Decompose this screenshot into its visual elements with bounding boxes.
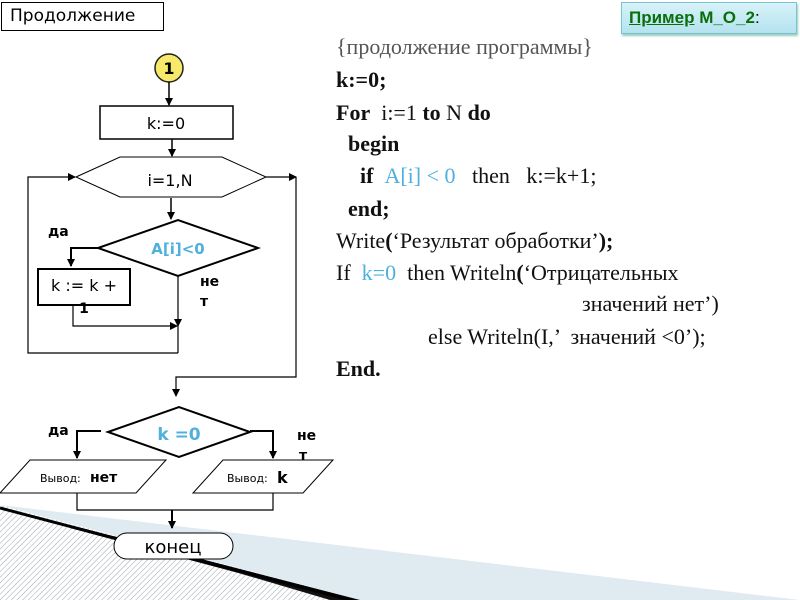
loop-exit-down — [172, 177, 297, 397]
output-right-value: k — [277, 468, 288, 487]
kw-begin: begin — [348, 131, 400, 156]
if2-arg: ‘Отрицательных — [523, 260, 679, 285]
kw-to: to — [422, 100, 441, 125]
if2-then: then Writeln — [396, 260, 517, 285]
code-line-end-final: End. — [336, 356, 381, 382]
code-line-for: For i:=1 to N do — [336, 100, 491, 126]
condition2-no-line — [250, 430, 277, 459]
code-line-if: if A[i] < 0 then k:=k+1; — [360, 163, 596, 189]
code-init: k:=0; — [336, 67, 387, 92]
kw-for: For — [336, 100, 371, 125]
end-block-text: конец — [145, 537, 202, 558]
output-right-prefix: Вывод: — [227, 472, 268, 485]
condition2-yes-line — [73, 430, 101, 459]
condition2-text: k =0 — [157, 425, 200, 445]
kw-end-final: End. — [336, 356, 381, 381]
increment-text-2: 1 — [79, 301, 89, 317]
init-block-text: k:=0 — [147, 114, 185, 133]
if2-open: ( — [516, 260, 524, 285]
code-line-if2-cont: значений нет’) — [582, 291, 719, 316]
if-condition: A[i] < 0 — [384, 163, 456, 188]
output-left-prefix: Вывод: — [40, 472, 81, 485]
write-close: ); — [598, 228, 614, 253]
write-fn: Write — [336, 228, 386, 253]
code-line-if2: If k=0 then Writeln(‘Отрицательных — [336, 260, 679, 286]
output-merge-line — [76, 493, 274, 511]
kw-end: end; — [348, 196, 390, 221]
code-comment: {продолжение программы} — [336, 34, 593, 59]
kw-do: do — [467, 100, 491, 125]
write-open: ( — [385, 228, 393, 253]
if-then: then k:=k+1; — [455, 163, 597, 188]
loop-block-text: i=1,N — [147, 171, 192, 190]
write-arg: ‘Результат обработки’ — [392, 228, 599, 253]
code-line-end: end; — [348, 196, 390, 222]
connector-label: 1 — [163, 59, 174, 78]
code-line-init: k:=0; — [336, 67, 386, 93]
kw-if: if — [360, 163, 374, 188]
code-line-write: Write(‘Результат обработки’); — [336, 228, 613, 254]
condition2-no-label-1: не — [297, 428, 316, 444]
condition1-text: A[i]<0 — [151, 240, 204, 258]
condition1-no-label-2: т — [200, 294, 209, 310]
for-n: N — [440, 100, 468, 125]
output-left-block — [0, 459, 168, 494]
output-left-value: нет — [90, 470, 118, 486]
increment-text-1: k := k + — [51, 276, 117, 295]
condition1-yes-line — [67, 247, 98, 267]
if2-condition: k=0 — [361, 260, 397, 285]
kw-if2: If — [336, 260, 362, 285]
code-line-begin: begin — [348, 131, 399, 157]
condition1-no-label-1: не — [200, 274, 219, 290]
code-line-else: else Writeln(I,’ значений <0’); — [428, 324, 706, 349]
condition1-yes-label: да — [48, 224, 69, 240]
condition2-yes-label: да — [48, 423, 69, 439]
for-range: i:=1 — [370, 100, 423, 125]
